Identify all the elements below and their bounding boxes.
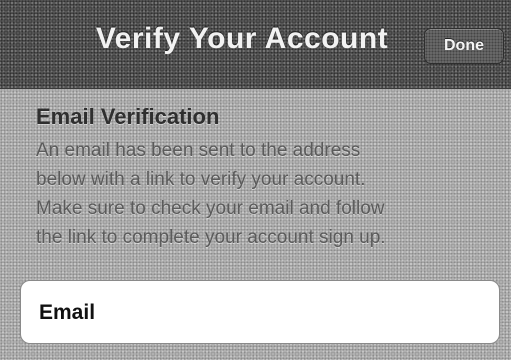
- verify-account-screen: Verify Your Account Done Email Verificat…: [0, 0, 511, 360]
- email-verification-section: Email Verification An email has been sen…: [36, 104, 506, 252]
- section-heading: Email Verification: [36, 104, 220, 129]
- message-line: below with a link to verify your account…: [36, 169, 366, 190]
- email-label: Email: [39, 301, 96, 324]
- email-field[interactable]: Email: [20, 280, 500, 344]
- email-input[interactable]: [131, 295, 485, 331]
- page-title: Verify Your Account: [95, 22, 389, 55]
- message-line: An email has been sent to the address: [36, 140, 361, 161]
- done-button[interactable]: Done: [424, 28, 504, 64]
- verification-message: An email has been sent to the address be…: [36, 136, 506, 252]
- message-line: the link to complete your account sign u…: [36, 227, 386, 248]
- navigation-bar: Verify Your Account Done: [0, 0, 511, 89]
- message-line: Make sure to check your email and follow: [36, 198, 385, 219]
